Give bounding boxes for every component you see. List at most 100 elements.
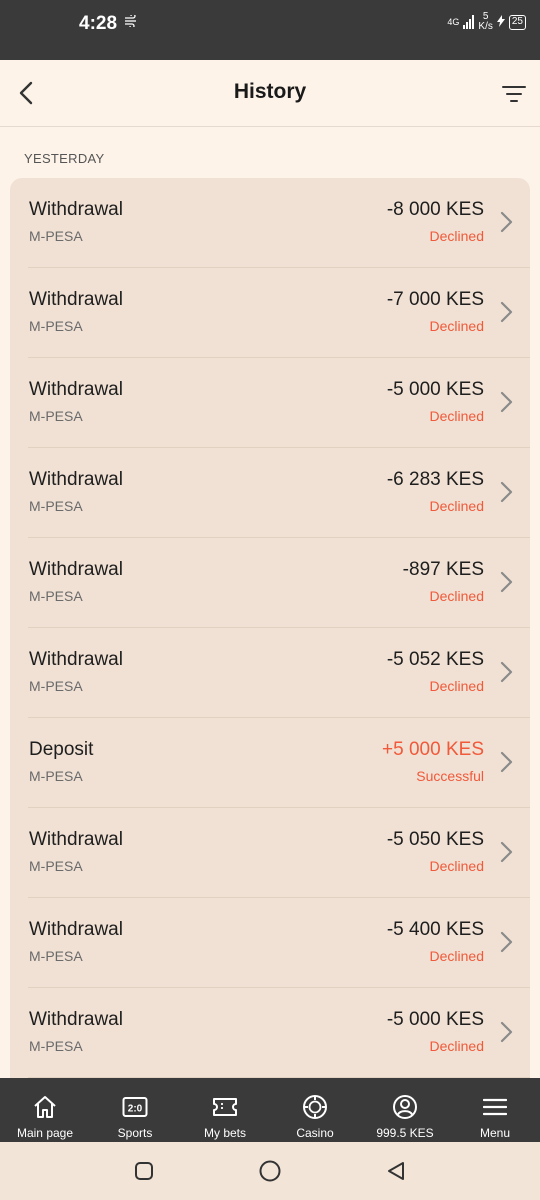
- network-speed: 5 K/s: [478, 12, 492, 32]
- transaction-status: Successful: [416, 768, 484, 784]
- transaction-amount: -6 283 KES: [386, 469, 484, 490]
- transaction-method: M-PESA: [29, 588, 83, 604]
- transaction-method: M-PESA: [29, 948, 83, 964]
- ticket-icon: [212, 1094, 238, 1120]
- section-label: YESTERDAY: [24, 151, 105, 166]
- home-button[interactable]: [255, 1156, 285, 1186]
- nav-label: Sports: [117, 1126, 153, 1140]
- transaction-type: Withdrawal: [29, 829, 123, 850]
- transaction-list: Withdrawal M-PESA -8 000 KES Declined Wi…: [10, 178, 530, 1098]
- transaction-method: M-PESA: [29, 768, 83, 784]
- transaction-amount: -7 000 KES: [386, 289, 484, 310]
- transaction-row[interactable]: Withdrawal M-PESA -5 000 KES Declined: [28, 358, 530, 448]
- chevron-right-icon: [500, 661, 513, 683]
- chevron-right-icon: [500, 391, 513, 413]
- transaction-status: Declined: [429, 588, 484, 604]
- chevron-right-icon: [500, 211, 513, 233]
- nav-label: Casino: [296, 1126, 334, 1140]
- nav-account-balance[interactable]: 999.5 KES: [360, 1078, 450, 1142]
- filter-icon: [502, 86, 526, 102]
- status-bar: 4:28 4G 5 K/s 25: [0, 0, 540, 60]
- transaction-row[interactable]: Withdrawal M-PESA -6 283 KES Declined: [28, 448, 530, 538]
- battery-level: 25: [511, 15, 523, 27]
- transaction-type: Withdrawal: [29, 649, 123, 670]
- transaction-row[interactable]: Withdrawal M-PESA -5 400 KES Declined: [28, 898, 530, 988]
- chevron-right-icon: [500, 571, 513, 593]
- status-indicators: 4G 5 K/s 25: [447, 12, 526, 32]
- transaction-method: M-PESA: [29, 498, 83, 514]
- nav-main-page[interactable]: Main page: [0, 1078, 90, 1142]
- transaction-type: Withdrawal: [29, 1009, 123, 1030]
- nav-sports[interactable]: 2:0 Sports: [90, 1078, 180, 1142]
- chevron-right-icon: [500, 931, 513, 953]
- transaction-amount: -8 000 KES: [386, 199, 484, 220]
- system-back-button[interactable]: [381, 1156, 411, 1186]
- transaction-status: Declined: [429, 498, 484, 514]
- transaction-amount: -5 000 KES: [386, 379, 484, 400]
- nav-label: 999.5 KES: [376, 1126, 434, 1140]
- speed-unit: K/s: [478, 21, 493, 32]
- transaction-status: Declined: [429, 408, 484, 424]
- nav-menu[interactable]: Menu: [450, 1078, 540, 1142]
- transaction-amount: -5 052 KES: [386, 649, 484, 670]
- transaction-type: Withdrawal: [29, 289, 123, 310]
- transaction-amount: -5 050 KES: [386, 829, 484, 850]
- nav-casino[interactable]: Casino: [270, 1078, 360, 1142]
- home-icon: [32, 1094, 58, 1120]
- transaction-status: Declined: [429, 318, 484, 334]
- chevron-right-icon: [500, 481, 513, 503]
- transaction-row[interactable]: Withdrawal M-PESA -5 052 KES Declined: [28, 628, 530, 718]
- nav-label: My bets: [203, 1126, 246, 1140]
- transaction-status: Declined: [429, 858, 484, 874]
- charging-icon: [496, 14, 505, 30]
- transaction-amount: +5 000 KES: [382, 739, 484, 760]
- network-type: 4G: [447, 16, 460, 27]
- transaction-method: M-PESA: [29, 858, 83, 874]
- page-title: History: [233, 80, 307, 103]
- transaction-method: M-PESA: [29, 318, 83, 334]
- transaction-type: Withdrawal: [29, 379, 123, 400]
- chip-icon: [302, 1094, 328, 1120]
- transaction-type: Withdrawal: [29, 469, 123, 490]
- system-nav: [0, 1142, 540, 1200]
- transaction-row[interactable]: Withdrawal M-PESA -5 050 KES Declined: [28, 808, 530, 898]
- nav-label: Menu: [479, 1126, 511, 1140]
- chevron-right-icon: [500, 841, 513, 863]
- transaction-method: M-PESA: [29, 678, 83, 694]
- circle-icon: [259, 1160, 281, 1182]
- transaction-row[interactable]: Withdrawal M-PESA -8 000 KES Declined: [28, 178, 530, 268]
- transaction-status: Declined: [429, 678, 484, 694]
- transaction-status: Declined: [429, 228, 484, 244]
- filter-button[interactable]: [498, 78, 530, 110]
- transaction-type: Withdrawal: [29, 559, 123, 580]
- transaction-type: Withdrawal: [29, 199, 123, 220]
- hamburger-icon: [482, 1094, 508, 1120]
- transaction-method: M-PESA: [29, 408, 83, 424]
- transaction-row[interactable]: Deposit M-PESA +5 000 KES Successful: [28, 718, 530, 808]
- transaction-amount: -897 KES: [402, 559, 484, 580]
- battery-icon: 25: [508, 14, 526, 30]
- nav-label: Main page: [16, 1126, 74, 1140]
- chevron-right-icon: [500, 301, 513, 323]
- scoreboard-icon: 2:0: [122, 1094, 148, 1120]
- transaction-method: M-PESA: [29, 228, 83, 244]
- transaction-status: Declined: [429, 948, 484, 964]
- triangle-back-icon: [388, 1162, 404, 1180]
- transaction-row[interactable]: Withdrawal M-PESA -7 000 KES Declined: [28, 268, 530, 358]
- transaction-status: Declined: [429, 1038, 484, 1054]
- chevron-right-icon: [500, 1021, 513, 1043]
- transaction-row[interactable]: Withdrawal M-PESA -897 KES Declined: [28, 538, 530, 628]
- bottom-nav: Main page 2:0 Sports My bets Casino 999.…: [0, 1078, 540, 1142]
- chevron-right-icon: [500, 751, 513, 773]
- transaction-type: Deposit: [29, 739, 94, 760]
- scoreboard-glyph: 2:0: [128, 1104, 143, 1115]
- transaction-amount: -5 000 KES: [386, 1009, 484, 1030]
- transaction-method: M-PESA: [29, 1038, 83, 1054]
- recent-apps-button[interactable]: [129, 1156, 159, 1186]
- nav-my-bets[interactable]: My bets: [180, 1078, 270, 1142]
- user-icon: [392, 1094, 418, 1120]
- transaction-row[interactable]: Withdrawal M-PESA -5 000 KES Declined: [28, 988, 530, 1078]
- status-time: 4:28: [79, 13, 118, 34]
- transaction-type: Withdrawal: [29, 919, 123, 940]
- transaction-amount: -5 400 KES: [386, 919, 484, 940]
